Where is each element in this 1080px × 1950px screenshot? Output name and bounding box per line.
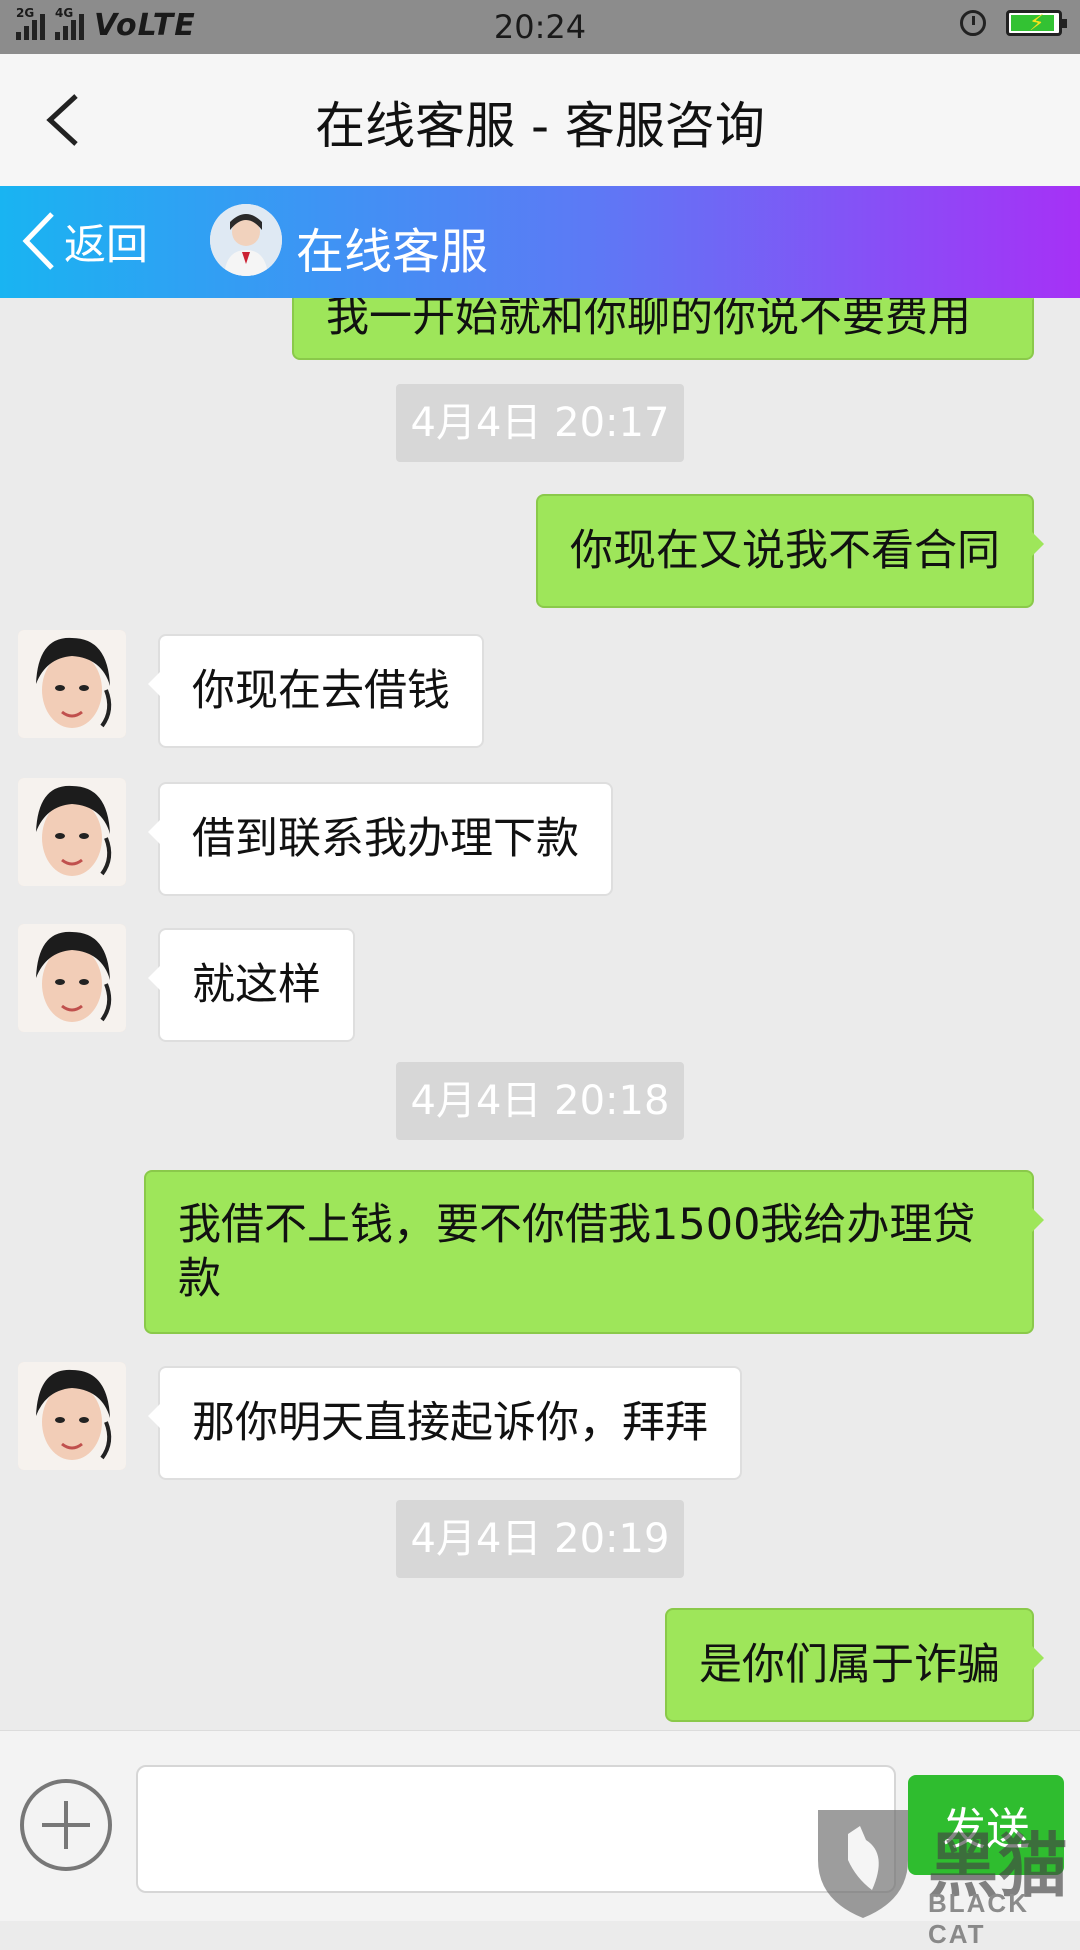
status-time: 20:24 — [493, 8, 587, 46]
chat-header: 返回 在线客服 — [0, 186, 1080, 298]
alarm-icon — [960, 10, 986, 36]
agent-avatar[interactable] — [18, 1362, 126, 1470]
received-message[interactable]: 你现在去借钱 — [148, 634, 484, 748]
header-back-button[interactable]: 返回 — [18, 208, 148, 274]
status-right: ⚡ — [960, 10, 1067, 36]
sent-message[interactable]: 我借不上钱，要不你借我1500我给办理贷款 — [144, 1170, 1044, 1334]
header-back-label: 返回 — [64, 219, 149, 269]
shield-cat-icon — [818, 1810, 908, 1918]
page-title: 在线客服 - 客服咨询 — [315, 97, 765, 155]
received-message[interactable]: 借到联系我办理下款 — [148, 782, 613, 896]
agent-avatar[interactable] — [18, 630, 126, 738]
message-list[interactable]: 我一开始就和你聊的你说不要费用 4月4日 20:17 你现在又说我不看合同 你现… — [0, 298, 1080, 1730]
watermark-brand-en: BLACK CAT — [928, 1888, 1029, 1949]
message-timestamp: 4月4日 20:19 — [396, 1500, 684, 1578]
plus-icon[interactable] — [18, 1777, 114, 1873]
sent-message[interactable]: 你现在又说我不看合同 — [536, 494, 1044, 608]
status-bar: 2G 4G VoLTE 20:24 ⚡ — [0, 0, 1080, 54]
agent-name: 在线客服 — [296, 224, 489, 280]
sent-message[interactable]: 是你们属于诈骗 — [665, 1608, 1044, 1722]
message-timestamp: 4月4日 20:17 — [396, 384, 684, 462]
chevron-left-icon — [22, 212, 54, 270]
agent-avatar[interactable] — [210, 204, 282, 276]
message-timestamp: 4月4日 20:18 — [396, 1062, 684, 1140]
watermark-logo: 黑猫 BLACK CAT — [808, 1800, 1080, 1949]
agent-avatar[interactable] — [18, 778, 126, 886]
sent-message[interactable]: 我一开始就和你聊的你说不要费用 — [292, 298, 1044, 360]
message-input[interactable] — [136, 1765, 896, 1893]
agent-avatar[interactable] — [18, 924, 126, 1032]
title-bar: 在线客服 - 客服咨询 — [0, 54, 1080, 187]
received-message[interactable]: 就这样 — [148, 928, 355, 1042]
received-message[interactable]: 那你明天直接起诉你，拜拜 — [148, 1366, 742, 1480]
battery-icon: ⚡ — [1006, 10, 1067, 36]
